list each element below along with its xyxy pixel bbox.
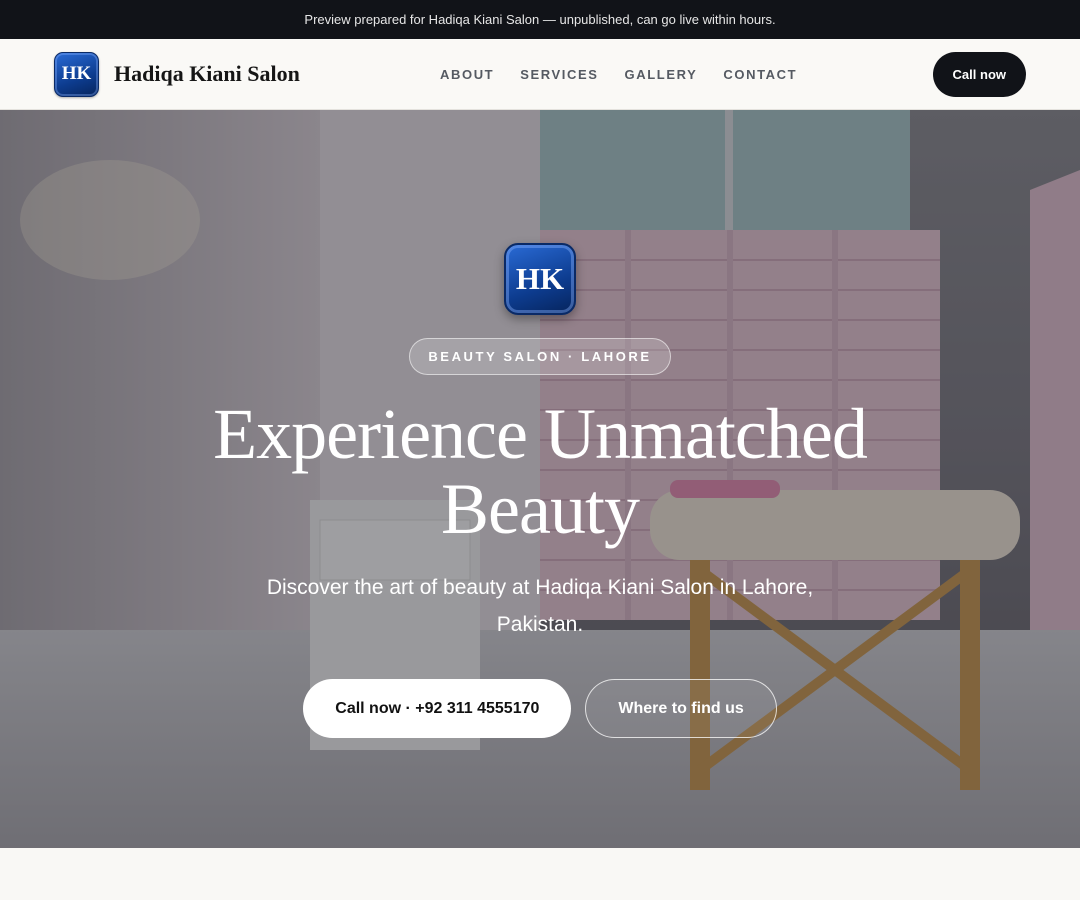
brand[interactable]: HK Hadiqa Kiani Salon — [54, 51, 300, 97]
nav-services[interactable]: SERVICES — [520, 67, 598, 82]
brand-name[interactable]: Hadiqa Kiani Salon — [114, 61, 300, 87]
brand-logo[interactable]: HK — [54, 51, 99, 97]
main-nav: ABOUT SERVICES GALLERY CONTACT — [440, 39, 797, 109]
hero-actions: Call now · +92 311 4555170 Where to find… — [303, 679, 777, 738]
site-header: HK Hadiqa Kiani Salon ABOUT SERVICES GAL… — [0, 39, 1080, 110]
hero-logo-text: HK — [515, 261, 565, 296]
hero-content: HK BEAUTY SALON · LAHORE Experience Unma… — [0, 110, 1080, 848]
hero-eyebrow-badge: BEAUTY SALON · LAHORE — [409, 338, 671, 375]
announcement-text: Preview prepared for Hadiqa Kiani Salon … — [304, 12, 776, 27]
announcement-bar: Preview prepared for Hadiqa Kiani Salon … — [0, 0, 1080, 39]
brand-logo-text: HK — [61, 63, 92, 84]
hero-eyebrow-text: BEAUTY SALON · LAHORE — [428, 349, 652, 364]
nav-gallery[interactable]: GALLERY — [625, 67, 698, 82]
hero-call-button[interactable]: Call now · +92 311 4555170 — [303, 679, 572, 738]
hero-subtitle: Discover the art of beauty at Hadiqa Kia… — [266, 576, 814, 636]
nav-contact[interactable]: CONTACT — [723, 67, 797, 82]
next-section — [0, 848, 1080, 900]
hero-title: Experience Unmatched Beauty — [213, 394, 868, 549]
nav-about[interactable]: ABOUT — [440, 67, 494, 82]
hero-logo: HK — [504, 243, 576, 315]
header-call-button[interactable]: Call now — [932, 51, 1026, 97]
hero-section: HK BEAUTY SALON · LAHORE Experience Unma… — [0, 110, 1080, 848]
hero-location-button[interactable]: Where to find us — [585, 679, 777, 738]
